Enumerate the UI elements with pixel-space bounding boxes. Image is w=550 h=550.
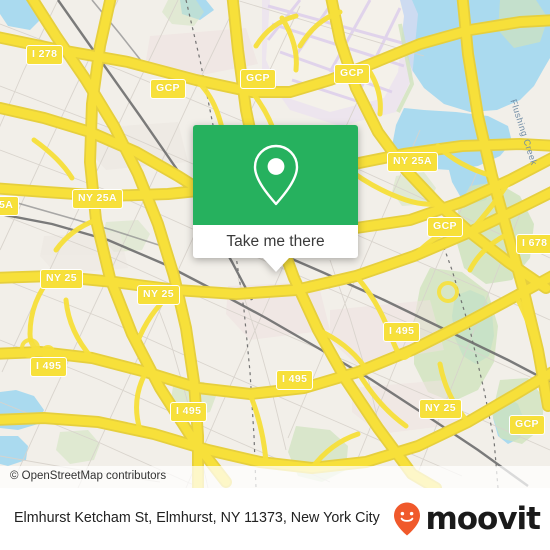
road-shield: NY 25 bbox=[40, 269, 83, 289]
location-pin-icon bbox=[253, 144, 298, 206]
road-shield: I 495 bbox=[170, 402, 208, 422]
footer-bar: Elmhurst Ketcham St, Elmhurst, NY 11373,… bbox=[0, 488, 550, 550]
road-shield: GCP bbox=[509, 415, 545, 435]
map-screenshot: I 278 GCP GCP GCP NY 25A 5A NY 25A GCP I… bbox=[0, 0, 550, 550]
road-shield: 5A bbox=[0, 196, 20, 216]
road-shield: I 678 bbox=[516, 234, 550, 254]
road-shield: I 495 bbox=[30, 357, 68, 377]
map-attribution[interactable]: © OpenStreetMap contributors bbox=[0, 466, 550, 488]
callout-header bbox=[193, 125, 358, 225]
road-shield: NY 25A bbox=[72, 189, 123, 209]
road-shield: I 278 bbox=[26, 45, 64, 65]
road-shield: GCP bbox=[240, 69, 276, 89]
road-shield: NY 25 bbox=[137, 285, 180, 305]
address-text: Elmhurst Ketcham St, Elmhurst, NY 11373,… bbox=[14, 510, 380, 527]
moovit-wordmark: moovit bbox=[425, 500, 541, 537]
take-me-there-label: Take me there bbox=[226, 232, 325, 250]
moovit-smiley-pin-icon bbox=[394, 502, 421, 536]
map-canvas[interactable]: I 278 GCP GCP GCP NY 25A 5A NY 25A GCP I… bbox=[0, 0, 550, 488]
callout-action-row[interactable]: Take me there bbox=[193, 225, 358, 258]
road-shield: I 495 bbox=[383, 322, 421, 342]
road-shield: NY 25A bbox=[387, 152, 438, 172]
moovit-brand[interactable]: moovit bbox=[392, 500, 541, 537]
callout-pointer-tail bbox=[262, 258, 289, 272]
road-shield: GCP bbox=[427, 217, 463, 237]
road-shield: GCP bbox=[334, 64, 370, 84]
road-shield: I 495 bbox=[276, 370, 314, 390]
road-shield: NY 25 bbox=[419, 399, 462, 419]
location-callout-card[interactable]: Take me there bbox=[193, 125, 358, 272]
road-shield: GCP bbox=[150, 79, 186, 99]
